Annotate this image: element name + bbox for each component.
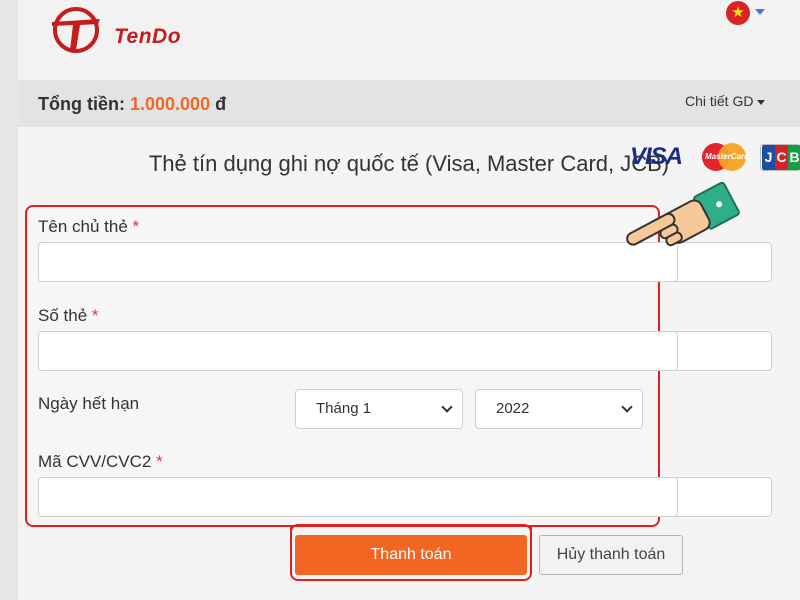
- transaction-detail-toggle[interactable]: Chi tiết GD: [685, 93, 766, 109]
- vietnam-flag-icon: ★: [726, 1, 750, 25]
- tendo-logo[interactable]: TenDo: [36, 6, 186, 54]
- total-value: 1.000.000: [130, 94, 211, 114]
- total-bar: Tổng tiền: 1.000.000 đ Chi tiết GD: [18, 80, 800, 127]
- pointing-hand-icon: [626, 181, 740, 247]
- cvv-label: Mã CVV/CVC2 *: [38, 452, 163, 471]
- expiry-month-value: Tháng 1: [316, 400, 372, 417]
- card-form-highlight: Tên chủ thẻ * Số thẻ * Ngày hết hạn Thán…: [25, 205, 678, 527]
- caret-down-icon: [757, 99, 766, 105]
- pay-button[interactable]: Thanh toán: [295, 535, 527, 575]
- cardholder-input[interactable]: [38, 242, 678, 282]
- card-brands: VISA MasterCard J C B: [630, 141, 800, 173]
- expiry-month-select[interactable]: Tháng 1: [295, 389, 463, 429]
- card-number-input[interactable]: [38, 331, 678, 371]
- header: TenDo ★: [18, 0, 800, 80]
- chevron-down-icon: [441, 401, 453, 413]
- mastercard-logo-text: MasterCard: [705, 152, 750, 161]
- cardholder-label: Tên chủ thẻ *: [38, 217, 140, 236]
- visa-logo-icon: VISA: [630, 143, 683, 170]
- expiry-label: Ngày hết hạn: [38, 394, 140, 413]
- expiry-year-value: 2022: [496, 400, 530, 417]
- expiry-year-select[interactable]: 2022: [475, 389, 643, 429]
- chevron-down-icon: [621, 401, 633, 413]
- card-number-label: Số thẻ *: [38, 306, 99, 325]
- cvv-input[interactable]: [38, 477, 678, 517]
- total-label: Tổng tiền:: [38, 94, 125, 114]
- currency-unit: đ: [215, 94, 227, 114]
- logo-text: TenDo: [114, 25, 182, 48]
- jcb-logo-icon: J C B: [760, 144, 800, 171]
- caret-down-icon: [755, 9, 765, 15]
- detail-link-label: Chi tiết GD: [685, 93, 754, 109]
- total-amount: Tổng tiền: 1.000.000 đ: [38, 94, 226, 115]
- mastercard-logo-icon: MasterCard: [702, 143, 750, 171]
- language-selector[interactable]: ★: [726, 0, 770, 26]
- logo-mark-icon: [52, 7, 100, 53]
- cancel-payment-button[interactable]: Hủy thanh toán: [539, 535, 683, 575]
